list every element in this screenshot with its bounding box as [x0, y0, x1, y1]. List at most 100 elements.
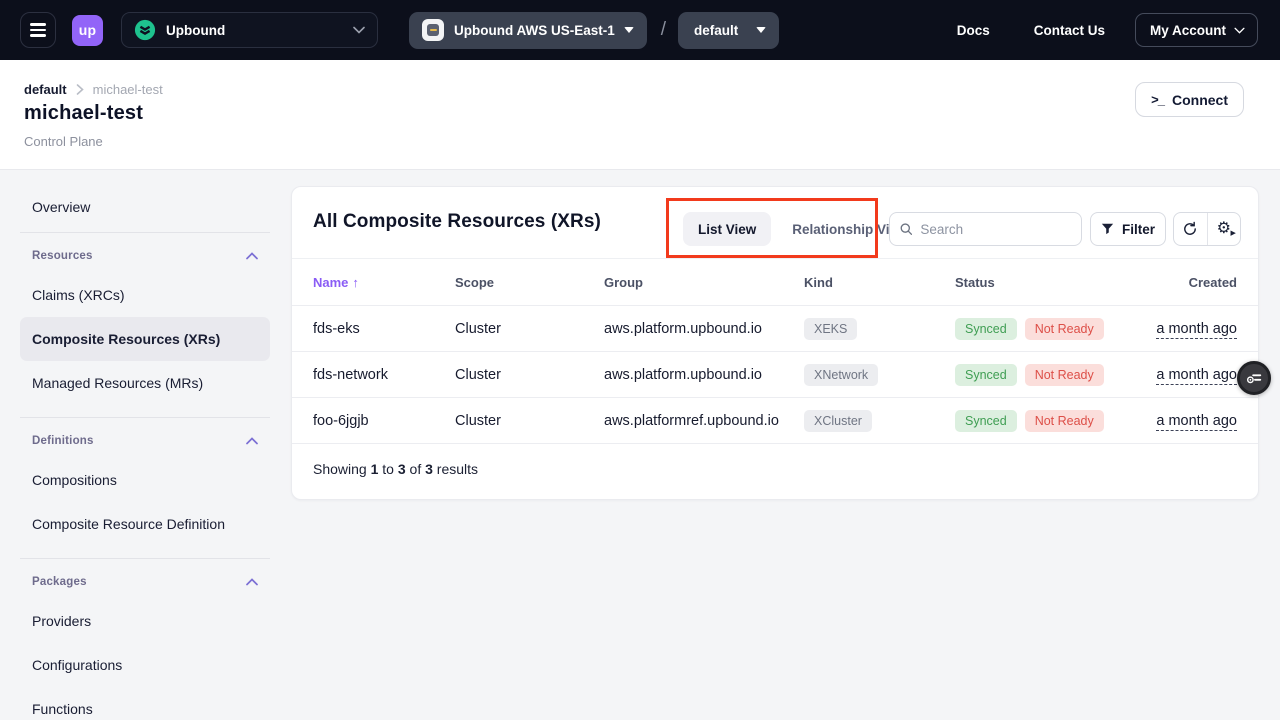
search-box	[889, 212, 1082, 246]
cell-status: Synced Not Ready	[955, 410, 1145, 432]
status-badge-synced: Synced	[955, 318, 1017, 340]
column-header-kind[interactable]: Kind	[804, 275, 955, 290]
auto-refresh-settings-button[interactable]: ⚙▶	[1208, 213, 1241, 245]
organization-switcher[interactable]: Upbound	[121, 12, 378, 48]
connect-button[interactable]: >_ Connect	[1135, 82, 1244, 117]
cell-scope: Cluster	[455, 321, 604, 337]
docs-link[interactable]: Docs	[957, 23, 990, 38]
sidebar-item-compositions[interactable]: Compositions	[20, 458, 270, 502]
created-tooltip-link[interactable]: a month ago	[1156, 367, 1237, 385]
panel-header: All Composite Resources (XRs) List View …	[292, 187, 1258, 259]
column-header-created[interactable]: Created	[1145, 275, 1237, 290]
cell-created: a month ago	[1145, 321, 1237, 337]
gear-play-icon: ⚙▶	[1217, 221, 1231, 237]
sidebar-divider	[20, 232, 270, 233]
breadcrumb: default michael-test	[24, 82, 163, 97]
status-badge-synced: Synced	[955, 410, 1017, 432]
results-summary: Showing 1 to 3 of 3 results	[292, 443, 1258, 494]
column-header-group[interactable]: Group	[604, 275, 804, 290]
cell-created: a month ago	[1145, 413, 1237, 429]
path-separator: /	[661, 19, 666, 41]
sidebar-item-claims[interactable]: Claims (XRCs)	[20, 273, 270, 317]
table-row[interactable]: foo-6jgjb Cluster aws.platformref.upboun…	[292, 397, 1258, 443]
group-switcher[interactable]: default	[678, 12, 779, 49]
top-navigation-bar: up Upbound Upbound AWS US-East-1 / defau…	[0, 0, 1280, 60]
status-badge-not-ready: Not Ready	[1025, 364, 1104, 386]
caret-down-icon	[624, 27, 634, 33]
cell-status: Synced Not Ready	[955, 364, 1145, 386]
chevron-down-icon	[353, 26, 365, 34]
sidebar-item-configurations[interactable]: Configurations	[20, 643, 270, 687]
chevron-up-icon	[246, 252, 258, 260]
refresh-icon	[1182, 221, 1198, 237]
terminal-icon: >_	[1151, 92, 1164, 107]
column-header-scope[interactable]: Scope	[455, 275, 604, 290]
sidebar-navigation: Overview Resources Claims (XRCs) Composi…	[20, 188, 270, 720]
status-badge-not-ready: Not Ready	[1025, 410, 1104, 432]
kind-badge: XNetwork	[804, 364, 878, 386]
contact-us-link[interactable]: Contact Us	[1034, 23, 1105, 38]
column-header-name[interactable]: Name ↑	[313, 275, 455, 290]
table-row[interactable]: fds-eks Cluster aws.platform.upbound.io …	[292, 305, 1258, 351]
column-header-status[interactable]: Status	[955, 275, 1145, 290]
chevron-up-icon	[246, 578, 258, 586]
sort-ascending-icon: ↑	[352, 275, 359, 290]
group-name: default	[694, 23, 738, 38]
composite-resources-panel: All Composite Resources (XRs) List View …	[291, 186, 1259, 500]
cell-kind: XCluster	[804, 410, 955, 432]
control-plane-name: Upbound AWS US-East-1	[454, 23, 615, 38]
cell-name: foo-6jgjb	[313, 413, 455, 429]
breadcrumb-item-default[interactable]: default	[24, 82, 67, 97]
control-plane-switcher[interactable]: Upbound AWS US-East-1	[409, 12, 647, 49]
filter-button[interactable]: Filter	[1090, 212, 1166, 246]
control-plane-icon	[422, 19, 444, 41]
cell-name: fds-eks	[313, 321, 455, 337]
hamburger-menu-button[interactable]	[20, 12, 56, 48]
page-subtitle: Control Plane	[24, 134, 103, 149]
caret-down-icon	[756, 27, 766, 33]
table-actions: ⚙▶	[1173, 212, 1241, 246]
sidebar-item-providers[interactable]: Providers	[20, 599, 270, 643]
table-row[interactable]: fds-network Cluster aws.platform.upbound…	[292, 351, 1258, 397]
my-account-button[interactable]: My Account	[1135, 13, 1258, 47]
hamburger-icon	[30, 23, 46, 25]
search-input[interactable]	[920, 222, 1071, 237]
sidebar-divider	[20, 417, 270, 418]
sidebar-section-resources[interactable]: Resources	[20, 239, 270, 273]
cell-scope: Cluster	[455, 413, 604, 429]
organization-name: Upbound	[166, 23, 353, 38]
breadcrumb-chevron-icon	[76, 84, 84, 95]
breadcrumb-item-current: michael-test	[93, 82, 163, 97]
feedback-widget-button[interactable]	[1237, 361, 1271, 395]
sidebar-item-overview[interactable]: Overview	[20, 188, 270, 226]
page-header: default michael-test michael-test Contro…	[0, 60, 1280, 170]
chevron-down-icon	[1234, 27, 1245, 34]
cell-created: a month ago	[1145, 367, 1237, 383]
filter-funnel-icon	[1101, 223, 1114, 235]
search-icon	[900, 222, 912, 236]
created-tooltip-link[interactable]: a month ago	[1156, 413, 1237, 431]
sidebar-item-managed-resources[interactable]: Managed Resources (MRs)	[20, 361, 270, 405]
chevron-up-icon	[246, 437, 258, 445]
sidebar-divider	[20, 558, 270, 559]
cell-name: fds-network	[313, 367, 455, 383]
cell-group: aws.platform.upbound.io	[604, 321, 804, 337]
upbound-logo[interactable]: up	[72, 15, 103, 46]
list-view-tab[interactable]: List View	[683, 212, 771, 246]
sidebar-item-composite-resource-definition[interactable]: Composite Resource Definition	[20, 502, 270, 546]
sidebar-section-packages[interactable]: Packages	[20, 565, 270, 599]
created-tooltip-link[interactable]: a month ago	[1156, 321, 1237, 339]
sidebar-item-composite-resources[interactable]: Composite Resources (XRs)	[20, 317, 270, 361]
refresh-button[interactable]	[1174, 213, 1208, 245]
cell-status: Synced Not Ready	[955, 318, 1145, 340]
cell-group: aws.platformref.upbound.io	[604, 413, 804, 429]
kind-badge: XEKS	[804, 318, 857, 340]
status-badge-not-ready: Not Ready	[1025, 318, 1104, 340]
feedback-widget-icon	[1245, 369, 1263, 387]
cell-kind: XNetwork	[804, 364, 955, 386]
cell-scope: Cluster	[455, 367, 604, 383]
kind-badge: XCluster	[804, 410, 872, 432]
sidebar-item-functions[interactable]: Functions	[20, 687, 270, 720]
sidebar-section-definitions[interactable]: Definitions	[20, 424, 270, 458]
table-header-row: Name ↑ Scope Group Kind Status Created	[292, 259, 1258, 305]
